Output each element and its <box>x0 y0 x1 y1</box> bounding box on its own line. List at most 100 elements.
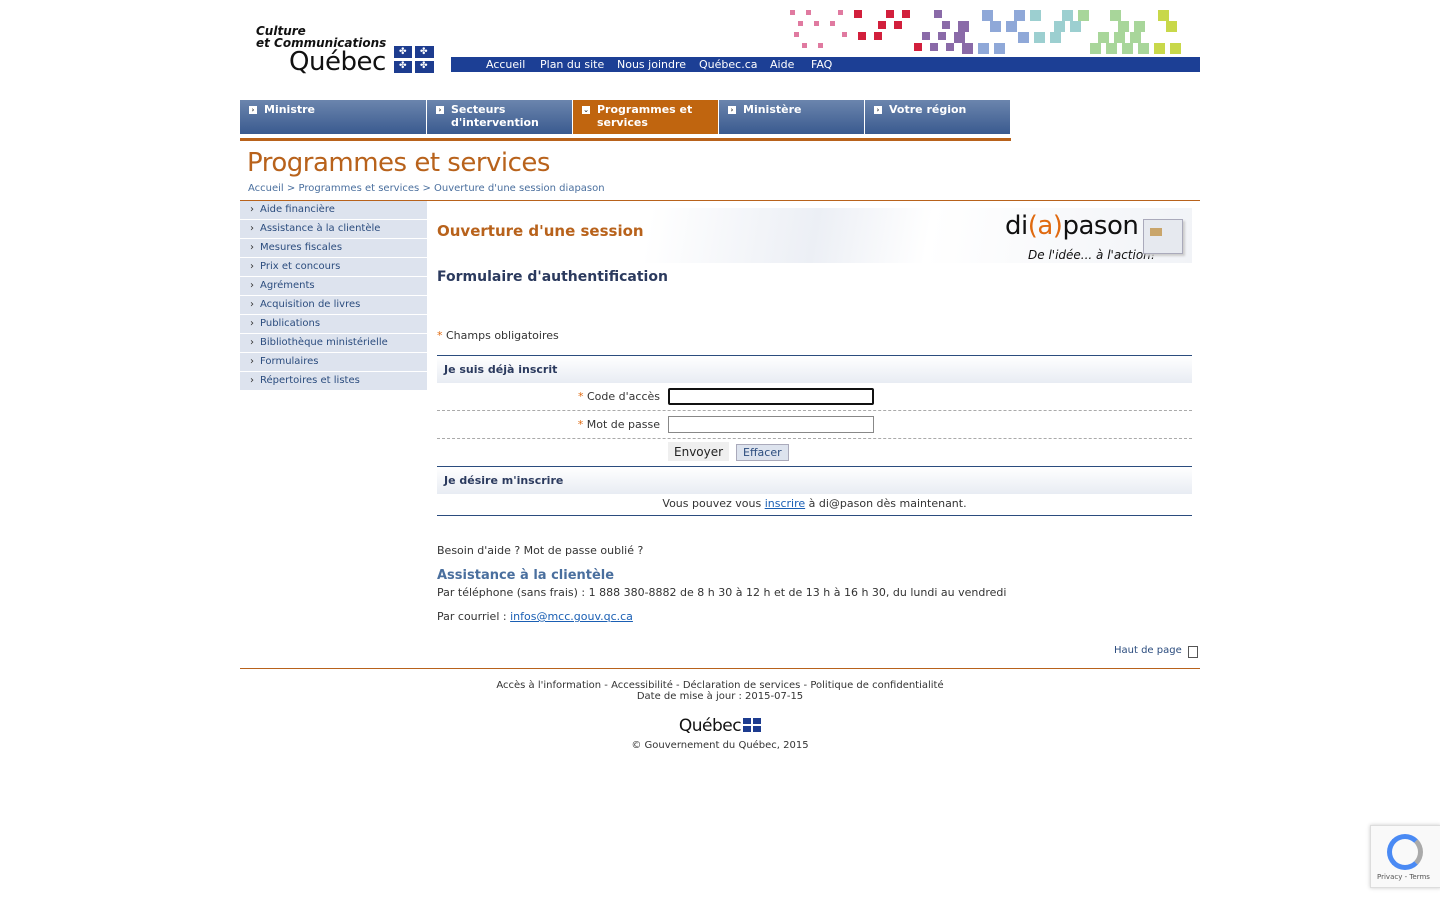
decorative-squares <box>710 10 1200 56</box>
left-menu-item[interactable]: › Publications <box>240 315 427 334</box>
recaptcha-privacy[interactable]: Privacy <box>1377 873 1402 881</box>
session-banner: Ouverture d'une session di(a)pason De l'… <box>437 208 1192 263</box>
left-menu: › Aide financière › Assistance à la client… <box>240 201 427 391</box>
left-menu-label: Aide financière <box>260 204 335 215</box>
left-menu-item[interactable]: › Acquisition de livres <box>240 296 427 315</box>
mosaic-square <box>978 43 989 54</box>
tab-votre-region[interactable]: › Votre région <box>865 100 1010 134</box>
form-heading: Formulaire d'authentification <box>437 269 668 285</box>
mosaic-square <box>930 43 938 51</box>
back-to-top-link[interactable]: Haut de page <box>1114 645 1198 658</box>
logo-slogan: De l'idée... à l'action! <box>1028 248 1156 262</box>
mosaic-square <box>842 32 847 37</box>
tab-ministere[interactable]: › Ministère <box>719 100 864 134</box>
access-code-input[interactable] <box>668 388 874 405</box>
left-menu-label: Bibliothèque ministérielle <box>260 337 388 348</box>
chevron-right-icon: › <box>250 261 254 272</box>
left-menu-item[interactable]: › Bibliothèque ministérielle <box>240 334 427 353</box>
left-menu-item[interactable]: › Prix et concours <box>240 258 427 277</box>
chevron-right-icon: › <box>250 318 254 329</box>
footer-link-privacy[interactable]: Politique de confidentialité <box>810 680 943 691</box>
left-menu-label: Assistance à la clientèle <box>260 223 381 234</box>
mosaic-square <box>790 10 795 15</box>
breadcrumb-separator: > <box>422 183 431 194</box>
topnav-aide[interactable]: Aide <box>770 58 794 71</box>
footer-link-access[interactable]: Accès à l'information <box>496 680 601 691</box>
mosaic-square <box>1134 21 1145 32</box>
clear-button[interactable]: Effacer <box>736 444 789 461</box>
mosaic-square <box>938 32 946 40</box>
send-button[interactable]: Envoyer <box>668 442 730 461</box>
banner-title: Ouverture d'une session <box>437 222 644 240</box>
arrow-right-icon: › <box>874 106 882 114</box>
divider <box>240 668 1200 669</box>
mosaic-square <box>1070 21 1081 32</box>
topnav-faq[interactable]: FAQ <box>811 58 832 71</box>
required-star: * <box>437 329 443 342</box>
password-row: * Mot de passe <box>437 411 1192 439</box>
breadcrumb-current: Ouverture d'une session diapason <box>434 183 605 194</box>
mosaic-square <box>1014 10 1025 21</box>
tab-programmes[interactable]: ⌄ Programmes et services <box>573 100 718 134</box>
left-menu-item[interactable]: › Mesures fiscales <box>240 239 427 258</box>
mosaic-square <box>1130 32 1141 43</box>
recaptcha-badge[interactable]: Privacy - Terms <box>1370 825 1440 888</box>
mosaic-square <box>1106 43 1117 54</box>
diapason-logo: di(a)pason De l'idée... à l'action! <box>1005 211 1185 263</box>
left-menu-label: Agréments <box>260 280 315 291</box>
mosaic-square <box>894 21 902 29</box>
left-menu-item[interactable]: › Assistance à la clientèle <box>240 220 427 239</box>
copyright: © Gouvernement du Québec, 2015 <box>631 740 809 751</box>
topnav-plan-du-site[interactable]: Plan du site <box>540 58 604 71</box>
arrow-right-icon: › <box>249 106 257 114</box>
logo-line-quebec: Québec <box>289 47 386 77</box>
topnav-accueil[interactable]: Accueil <box>486 58 525 71</box>
recaptcha-terms[interactable]: Terms <box>1409 873 1430 881</box>
mosaic-square <box>1078 10 1089 21</box>
footer-link-services[interactable]: Déclaration de services <box>683 680 801 691</box>
mosaic-square <box>902 10 910 18</box>
mosaic-square <box>818 43 823 48</box>
update-date: Date de mise à jour : 2015-07-15 <box>240 691 1200 702</box>
tab-ministre[interactable]: › Ministre <box>240 100 426 134</box>
left-menu-item[interactable]: › Aide financière <box>240 201 427 220</box>
mosaic-square <box>1122 43 1133 54</box>
mosaic-square <box>922 32 930 40</box>
breadcrumb-programmes[interactable]: Programmes et services <box>298 183 419 194</box>
mosaic-square <box>1138 43 1149 54</box>
mosaic-square <box>1034 32 1045 43</box>
chevron-right-icon: › <box>250 204 254 215</box>
page-up-icon <box>1188 646 1198 658</box>
left-menu-label: Mesures fiscales <box>260 242 343 253</box>
assistance-title: Assistance à la clientèle <box>437 568 615 583</box>
left-menu-item[interactable]: › Répertoires et listes <box>240 372 427 391</box>
arrow-right-icon: › <box>436 106 444 114</box>
footer-link-accessibility[interactable]: Accessibilité <box>611 680 673 691</box>
screen-thumbnail-icon <box>1143 219 1183 254</box>
left-menu-label: Répertoires et listes <box>260 375 360 386</box>
topnav-quebec-ca[interactable]: Québec.ca <box>699 58 757 71</box>
button-row: Envoyer Effacer <box>437 439 1192 466</box>
top-navigation: Accueil Plan du site Nous joindre Québec… <box>451 57 1200 72</box>
mosaic-square <box>814 21 819 26</box>
mosaic-square <box>1154 43 1165 54</box>
ministry-logo[interactable]: Culture et Communications Québec ✤ ✤ ✤ ✤ <box>255 24 455 78</box>
login-form: Je suis déjà inscrit * Code d'accès * Mo… <box>437 355 1192 516</box>
left-menu-item[interactable]: › Formulaires <box>240 353 427 372</box>
chevron-right-icon: › <box>250 299 254 310</box>
left-menu-item[interactable]: › Agréments <box>240 277 427 296</box>
mosaic-square <box>1018 32 1029 43</box>
tab-secteurs[interactable]: › Secteurs d'intervention <box>427 100 572 134</box>
password-label: * Mot de passe <box>578 418 660 431</box>
email-link[interactable]: infos@mcc.gouv.qc.ca <box>510 610 633 623</box>
password-input[interactable] <box>668 416 874 433</box>
mosaic-square <box>1062 10 1073 21</box>
topnav-nous-joindre[interactable]: Nous joindre <box>617 58 686 71</box>
signup-link[interactable]: inscrire <box>765 497 805 510</box>
breadcrumb-accueil[interactable]: Accueil <box>248 183 284 194</box>
chevron-right-icon: › <box>250 356 254 367</box>
mosaic-square <box>946 43 954 51</box>
mosaic-square <box>874 32 882 40</box>
logo-at: (a) <box>1027 211 1063 241</box>
chevron-right-icon: › <box>250 223 254 234</box>
